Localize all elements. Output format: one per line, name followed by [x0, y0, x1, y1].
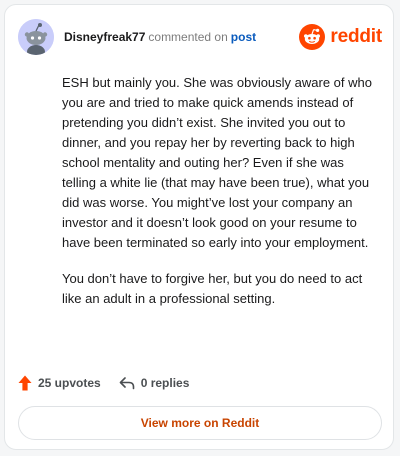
reddit-alien-icon	[299, 24, 326, 50]
comment-meta: Disneyfreak77 commented on post	[64, 29, 256, 45]
reply-arrow-icon	[119, 377, 135, 390]
action-text: commented on	[148, 30, 228, 44]
replies-button[interactable]: 0 replies	[119, 376, 190, 390]
reddit-snoo-avatar-icon	[18, 19, 54, 55]
reddit-wordmark: reddit	[330, 26, 382, 47]
comment-paragraph: You don’t have to forgive her, but you d…	[62, 271, 363, 306]
username-link[interactable]: Disneyfreak77	[64, 30, 145, 44]
replies-count: 0 replies	[140, 376, 190, 390]
upvote-button[interactable]: 25 upvotes	[18, 375, 101, 391]
comment-header: Disneyfreak77 commented on post reddit	[18, 19, 382, 55]
post-link[interactable]: post	[231, 30, 256, 44]
comment-actions: 25 upvotes 0 replies	[18, 373, 189, 393]
comment-body: ESH but mainly you. She was obviously aw…	[62, 73, 378, 325]
upvote-arrow-icon	[18, 375, 32, 391]
user-avatar[interactable]	[18, 19, 54, 55]
view-more-button[interactable]: View more on Reddit	[18, 406, 382, 440]
reddit-logo[interactable]: reddit	[299, 23, 382, 51]
upvotes-count: 25 upvotes	[38, 376, 101, 390]
comment-card: Disneyfreak77 commented on post reddit ESH…	[4, 4, 394, 450]
comment-paragraph: ESH but mainly you. She was obviously aw…	[62, 75, 372, 250]
